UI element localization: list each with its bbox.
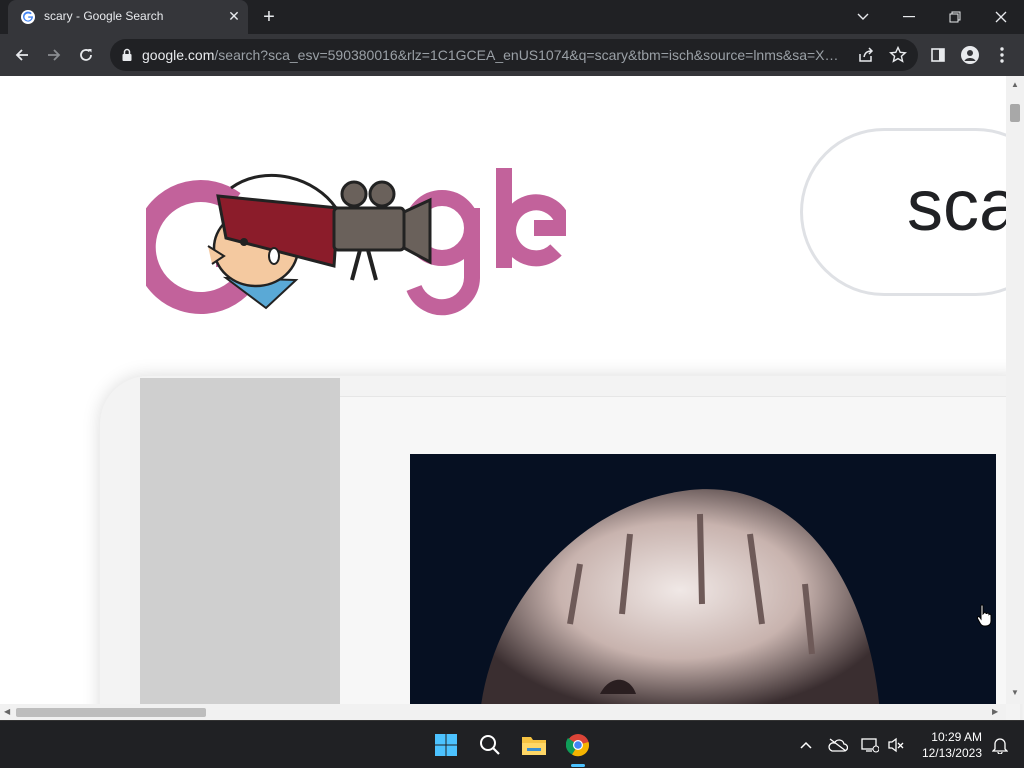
onedrive-offline-icon[interactable] <box>822 729 854 761</box>
scroll-down-arrow-icon[interactable]: ▼ <box>1011 688 1019 697</box>
windows-taskbar: 10:29 AM 12/13/2023 <box>0 720 1024 768</box>
system-clock[interactable]: 10:29 AM 12/13/2023 <box>912 729 982 761</box>
scroll-left-arrow-icon[interactable]: ◀ <box>4 707 10 716</box>
side-panel-icon[interactable] <box>926 43 950 67</box>
image-thumbnail-placeholder[interactable] <box>140 378 340 708</box>
windows-start-icon[interactable] <box>430 729 462 761</box>
page-viewport: sca ▲ ▼ ◀ ▶ <box>0 76 1024 720</box>
scroll-up-arrow-icon[interactable]: ▲ <box>1011 80 1019 89</box>
bookmark-star-icon[interactable] <box>888 45 908 65</box>
image-results-area <box>0 338 1020 720</box>
tab-strip: scary - Google Search ✕ + <box>0 0 1024 34</box>
notification-bell-icon[interactable] <box>984 729 1016 761</box>
scary-image-preview[interactable] <box>410 454 996 714</box>
vertical-scrollbar[interactable]: ▲ ▼ <box>1006 76 1024 704</box>
reload-icon[interactable] <box>74 43 98 67</box>
tab-active[interactable]: scary - Google Search ✕ <box>8 0 248 34</box>
browser-toolbar: google.com/search?sca_esv=590380016&rlz=… <box>0 34 1024 76</box>
search-input[interactable]: sca <box>800 128 1024 296</box>
share-icon[interactable] <box>856 45 876 65</box>
image-content <box>410 454 996 714</box>
back-arrow-icon[interactable] <box>10 43 34 67</box>
search-icon[interactable] <box>474 729 506 761</box>
vertical-scroll-thumb[interactable] <box>1010 104 1020 122</box>
volume-muted-icon[interactable] <box>880 729 912 761</box>
profile-avatar-icon[interactable] <box>958 43 982 67</box>
hand-cursor-icon <box>976 604 992 627</box>
address-bar[interactable]: google.com/search?sca_esv=590380016&rlz=… <box>110 39 918 71</box>
tab-search-chevron-icon[interactable] <box>840 0 886 34</box>
chrome-taskbar-icon[interactable] <box>562 729 594 761</box>
tab-title: scary - Google Search <box>44 9 164 23</box>
horizontal-scrollbar[interactable]: ◀ ▶ <box>0 704 1006 720</box>
url-text[interactable]: google.com/search?sca_esv=590380016&rlz=… <box>142 47 842 63</box>
file-explorer-icon[interactable] <box>518 729 550 761</box>
google-doodle-logo[interactable] <box>146 168 566 318</box>
active-app-indicator <box>571 764 585 767</box>
clock-time: 10:29 AM <box>931 730 982 744</box>
minimize-button[interactable] <box>886 0 932 34</box>
clock-date: 12/13/2023 <box>921 746 982 760</box>
search-query-text[interactable]: sca <box>907 165 1019 247</box>
chevron-up-icon[interactable] <box>790 729 822 761</box>
google-g-icon <box>21 10 35 24</box>
new-tab-button[interactable]: + <box>258 6 280 28</box>
close-window-button[interactable] <box>978 0 1024 34</box>
forward-arrow-icon[interactable] <box>42 43 66 67</box>
restore-button[interactable] <box>932 0 978 34</box>
lock-icon[interactable] <box>120 48 134 62</box>
tab-close-icon[interactable]: ✕ <box>226 8 242 24</box>
scroll-right-arrow-icon[interactable]: ▶ <box>992 707 998 716</box>
kebab-menu-icon[interactable] <box>990 43 1014 67</box>
search-header: sca <box>0 76 1024 338</box>
horizontal-scroll-thumb[interactable] <box>16 708 206 717</box>
